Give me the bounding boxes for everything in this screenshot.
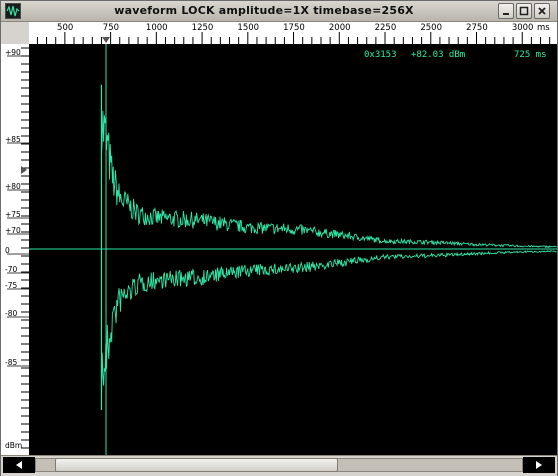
readout-level: +82.03 dBm <box>411 50 466 60</box>
time-label: 750 <box>102 23 120 33</box>
scroll-right-button[interactable] <box>523 457 555 473</box>
time-label: 1750 <box>283 23 305 33</box>
level-label: -70 <box>5 265 18 274</box>
time-label: 2250 <box>374 23 397 33</box>
level-label: -75 <box>5 281 18 290</box>
waveform-lower-trace <box>100 250 557 408</box>
ruler-corner <box>1 22 29 44</box>
close-icon <box>538 7 546 15</box>
time-label: 1500 <box>237 23 260 33</box>
window-title: waveform LOCK amplitude=1X timebase=256X <box>114 4 414 17</box>
level-label: +80 <box>5 182 21 191</box>
level-label: +70 <box>5 226 21 235</box>
maximize-icon <box>519 6 529 16</box>
close-button[interactable] <box>534 3 550 19</box>
level-ruler[interactable]: dBm +90 +85 +80 +75 +70 0 -70 -75 -80 -85 <box>1 44 30 455</box>
time-label: 2750 <box>466 23 488 33</box>
level-label: +90 <box>5 48 21 57</box>
title-bar[interactable]: waveform LOCK amplitude=1X timebase=256X <box>1 1 557 22</box>
maximize-button[interactable] <box>516 3 532 19</box>
waveform-trace <box>29 44 557 455</box>
minimize-icon <box>503 13 509 15</box>
level-label: +75 <box>5 210 21 219</box>
level-label: -80 <box>5 309 18 318</box>
level-label: +85 <box>5 135 21 144</box>
time-unit-label: ms <box>537 23 550 33</box>
level-unit-label: dBm <box>5 441 23 450</box>
level-label: -85 <box>5 358 18 367</box>
level-label: 0 <box>5 246 10 255</box>
time-label: 2000 <box>328 23 351 33</box>
arrow-right-icon <box>536 461 542 469</box>
horizontal-scrollbar[interactable] <box>1 455 557 476</box>
level-cursor-marker-icon[interactable] <box>21 166 27 174</box>
time-ruler[interactable]: ms 500 750 1000 1250 1500 1750 2000 2250 2500 275… <box>29 22 557 45</box>
readout-time: 725 ms <box>514 50 547 60</box>
time-cursor-marker-icon[interactable] <box>102 37 111 43</box>
scroll-left-button[interactable] <box>3 457 35 473</box>
time-label: 3000 <box>511 23 534 33</box>
time-label: 1250 <box>191 23 214 33</box>
arrow-left-icon <box>16 461 22 469</box>
waveform-window: waveform LOCK amplitude=1X timebase=256X… <box>0 0 558 476</box>
scroll-thumb[interactable] <box>55 458 338 472</box>
time-label: 2500 <box>420 23 442 33</box>
minimize-button[interactable] <box>498 3 514 19</box>
waveform-upper-trace <box>100 110 557 249</box>
waveform-plot[interactable]: 0x3153 +82.03 dBm 725 ms <box>29 44 557 455</box>
time-label: 1000 <box>145 23 168 33</box>
readout-address: 0x3153 <box>364 50 397 60</box>
time-label: 500 <box>57 23 74 33</box>
